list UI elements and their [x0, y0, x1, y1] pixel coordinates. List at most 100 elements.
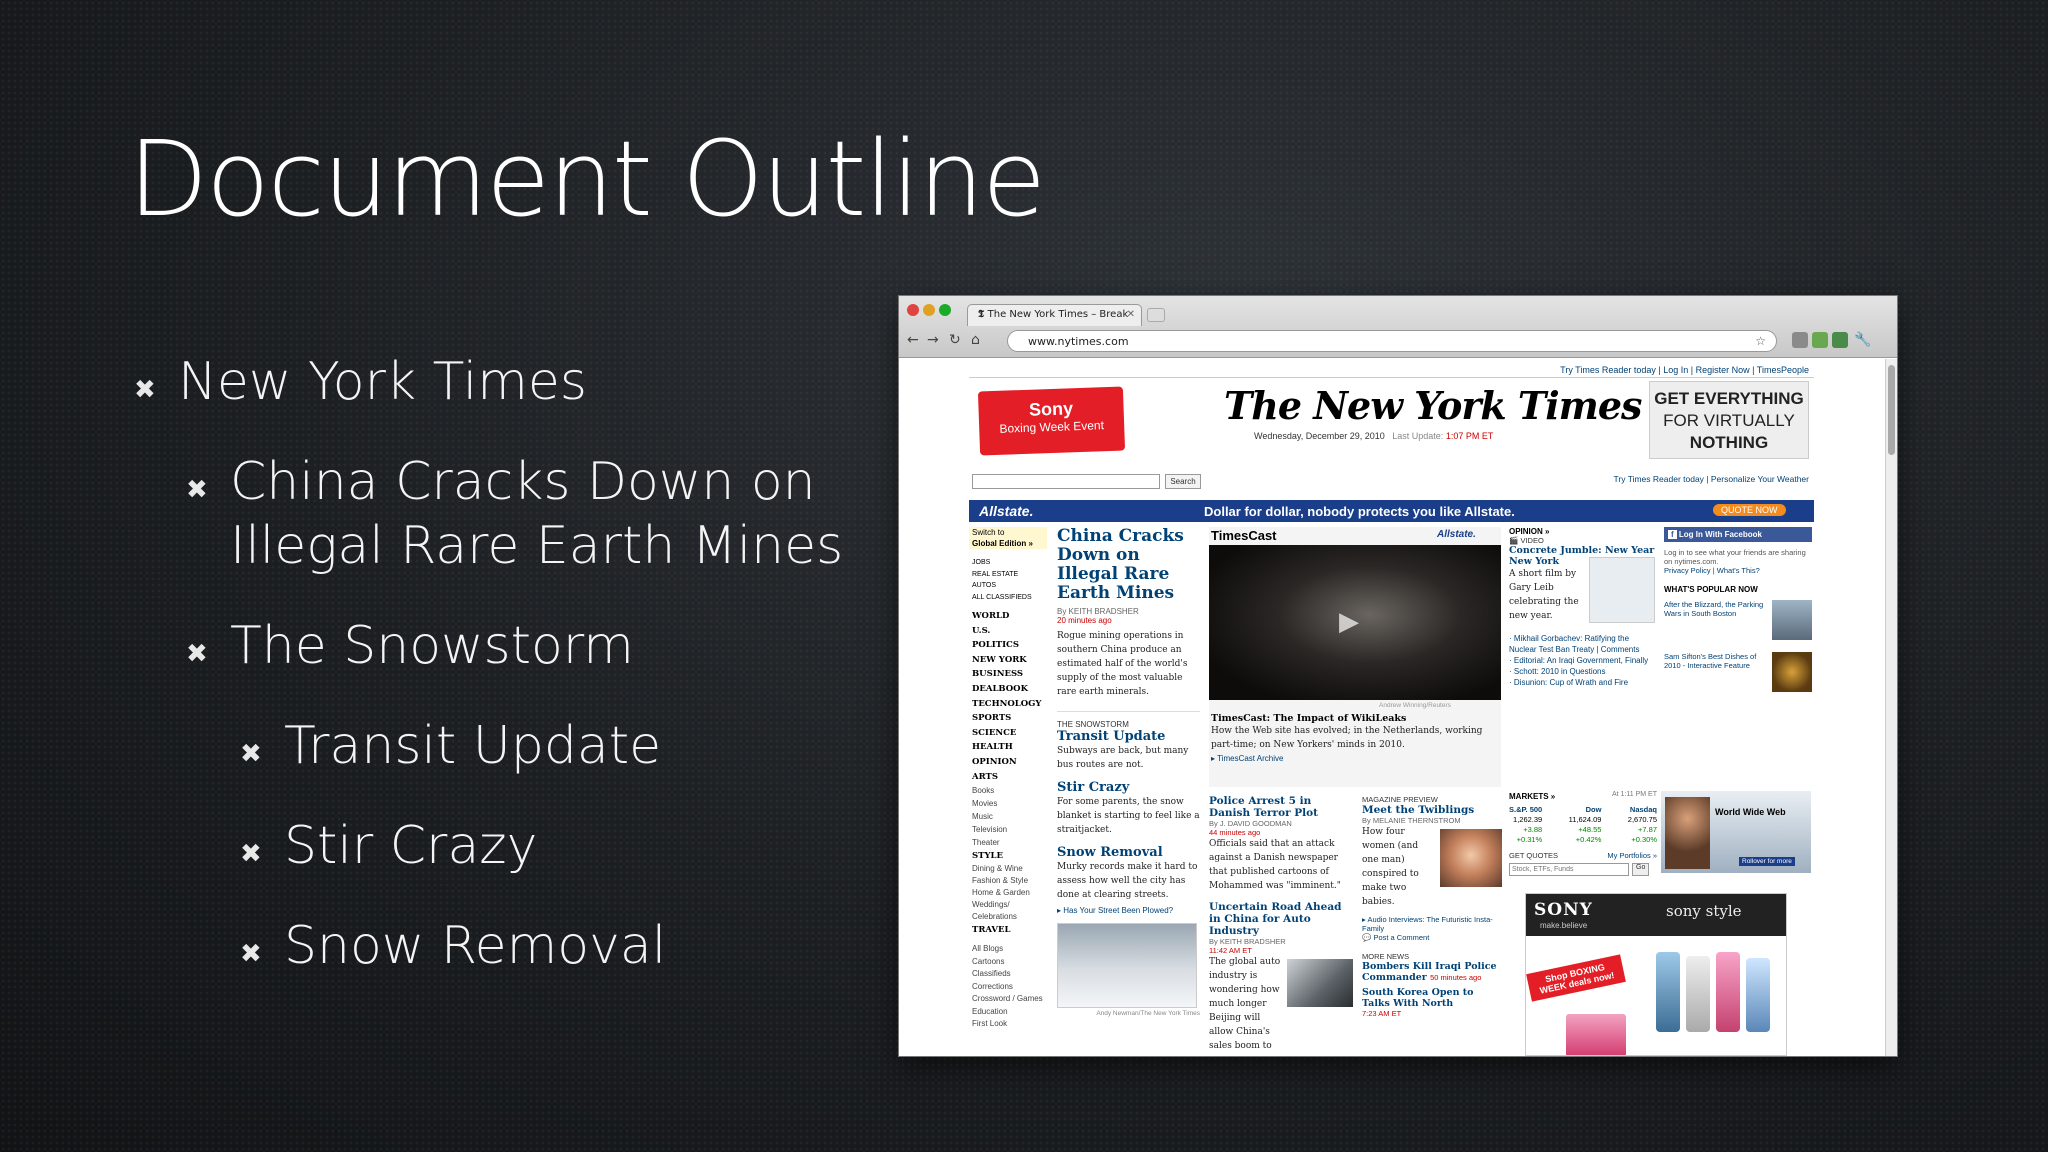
bullet-marker-icon: ✖	[240, 739, 262, 769]
back-arrow-icon[interactable]: ←	[907, 332, 919, 348]
timescast-archive-link[interactable]: ▸ TimesCast Archive	[1211, 754, 1499, 763]
lead-headline[interactable]: China Cracks Down on Illegal Rare Earth …	[1057, 527, 1200, 603]
facebook-login-button[interactable]: f Log In With Facebook	[1664, 527, 1812, 542]
close-window-button[interactable]	[907, 304, 919, 316]
parking-wars-thumbnail[interactable]	[1772, 600, 1812, 640]
opinion-illustration[interactable]	[1589, 557, 1655, 623]
index-sp500[interactable]: S.&P. 500 1,262.39 +3.88 +0.31%	[1509, 805, 1542, 845]
bullet-marker-icon: ✖	[240, 939, 262, 969]
transit-update-headline[interactable]: Transit Update	[1057, 729, 1200, 744]
video-label: 🎬 VIDEO	[1509, 536, 1544, 545]
popular-item[interactable]: After the Blizzard, the Parking Wars in …	[1664, 600, 1812, 648]
zoom-window-button[interactable]	[939, 304, 951, 316]
evernote-icon[interactable]	[1812, 332, 1828, 348]
page-menu-icon[interactable]	[1832, 332, 1848, 348]
style-link[interactable]: STYLE	[969, 849, 1047, 863]
quotes-input[interactable]	[1509, 863, 1629, 876]
top-links: Try Times Reader today | Log In | Regist…	[1560, 365, 1809, 375]
rollover-button[interactable]: Rollover for more	[1739, 857, 1795, 866]
auto-industry-photo[interactable]	[1287, 959, 1353, 1007]
popular-title: WHAT'S POPULAR NOW	[1664, 585, 1758, 594]
snowstorm-package: THE SNOWSTORM Transit Update Subways are…	[1057, 711, 1200, 1017]
bullet-marker-icon: ✖	[186, 475, 208, 505]
nyt-masthead-logo[interactable]: The New York Times	[1224, 383, 1642, 428]
bullet-the-snowstorm: ✖ The Snowstorm	[186, 614, 634, 678]
sony-boxing-week-ad[interactable]: Sony Boxing Week Event	[977, 386, 1126, 456]
world-wide-web-ad[interactable]: World Wide Web Rollover for more	[1661, 791, 1811, 873]
plowed-link[interactable]: ▸ Has Your Street Been Plowed?	[1057, 906, 1200, 915]
opinion-item[interactable]: · Mikhail Gorbachev: Ratifying the Nucle…	[1509, 633, 1657, 655]
travel-link[interactable]: TRAVEL	[969, 923, 1047, 937]
shop-deals-button[interactable]: Shop BOXING WEEK deals now!	[1526, 954, 1626, 1002]
more-links: All Blogs Cartoons Classifieds Corrections C…	[972, 944, 1043, 1029]
opinion-item[interactable]: · Disunion: Cup of Wrath and Fire	[1509, 677, 1657, 688]
opinion-item[interactable]: · Schott: 2010 in Questions	[1509, 666, 1657, 677]
police-arrest-headline[interactable]: Police Arrest 5 in Danish Terror Plot	[1209, 795, 1354, 819]
secondary-stories-column: Police Arrest 5 in Danish Terror Plot By…	[1209, 795, 1354, 1056]
browser-tab[interactable]: 𝕿 The New York Times – Break ✕	[967, 304, 1142, 326]
quotes-go-button[interactable]: Go	[1632, 863, 1650, 876]
twiblings-photo[interactable]	[1440, 829, 1502, 887]
times-reader-link[interactable]: Try Times Reader today	[1560, 365, 1656, 375]
index-dow[interactable]: Dow 11,624.09 +48.55 +0.42%	[1569, 805, 1602, 845]
my-portfolios-link[interactable]: My Portfolios »	[1607, 851, 1657, 860]
best-dishes-thumbnail[interactable]	[1772, 652, 1812, 692]
sony-style-ad[interactable]: SONY make.believe sony style Shop BOXING…	[1525, 893, 1787, 1056]
audio-interviews-link[interactable]: ▸ Audio Interviews: The Futuristic Insta…	[1362, 915, 1504, 933]
star-icon[interactable]: ☆	[1755, 334, 1766, 348]
camera-product-image	[1746, 958, 1770, 1032]
search-button[interactable]: Search	[1165, 474, 1201, 489]
address-bar[interactable]: www.nytimes.com ☆	[1007, 330, 1777, 352]
allstate-banner-ad[interactable]: Allstate. Dollar for dollar, nobody prot…	[969, 500, 1814, 522]
camera-product-image	[1656, 952, 1680, 1032]
quote-now-button[interactable]: QUOTE NOW	[1713, 504, 1786, 516]
snow-removal-headline[interactable]: Snow Removal	[1057, 845, 1200, 860]
ad-person-image	[1665, 797, 1710, 869]
timespeople-link[interactable]: TimesPeople	[1757, 365, 1809, 375]
slide-title: Document Outline	[128, 118, 1046, 240]
timescast-video-player[interactable]: ▶	[1209, 545, 1501, 700]
log-in-link[interactable]: Log In	[1663, 365, 1688, 375]
reload-icon[interactable]: ↻	[949, 332, 961, 348]
sony-logo: SONY	[1534, 900, 1593, 920]
opinion-column: OPINION » 🎬 VIDEO Concrete Jumble: New Y…	[1509, 527, 1657, 688]
reader-weather-links[interactable]: Try Times Reader today | Personalize You…	[1509, 474, 1809, 484]
privacy-links[interactable]: Privacy Policy | What's This?	[1664, 566, 1812, 575]
allstate-logo: Allstate.	[979, 503, 1034, 519]
search-input[interactable]	[972, 474, 1160, 489]
global-edition-switch[interactable]: Switch to Global Edition »	[969, 527, 1047, 549]
register-link[interactable]: Register Now	[1696, 365, 1750, 375]
post-comment-link[interactable]: 💬 Post a Comment	[1362, 933, 1504, 942]
index-nasdaq[interactable]: Nasdaq 2,670.75 +7.87 +0.30%	[1628, 805, 1657, 845]
opinion-item[interactable]: · Editorial: An Iraqi Government, Finall…	[1509, 655, 1657, 666]
stir-crazy-headline[interactable]: Stir Crazy	[1057, 780, 1200, 795]
snowy-street-photo[interactable]	[1057, 923, 1197, 1008]
markets-module: MARKETS » At 1:11 PM ET S.&P. 500 1,262.39…	[1509, 791, 1657, 876]
browser-window: 𝕿 The New York Times – Break ✕ ← → ↻ ⌂ ww…	[899, 296, 1897, 1056]
get-everything-ad[interactable]: GET EVERYTHING FOR VIRTUALLY NOTHING	[1649, 381, 1809, 459]
arts-sublinks: Books Movies Music Television Theater	[972, 786, 1008, 848]
social-column: f Log In With Facebook Log in to see wha…	[1664, 527, 1812, 700]
twiblings-headline[interactable]: Meet the Twiblings	[1362, 804, 1504, 816]
play-icon[interactable]: ▶	[1339, 607, 1359, 637]
timescast-headline[interactable]: TimesCast: The Impact of WikiLeaks	[1211, 713, 1499, 724]
close-tab-icon[interactable]: ✕	[1127, 309, 1135, 320]
vertical-scrollbar[interactable]	[1885, 359, 1897, 1056]
scrollbar-thumb[interactable]	[1888, 365, 1895, 455]
market-indices: S.&P. 500 1,262.39 +3.88 +0.31% Dow 11,624.0…	[1509, 805, 1657, 845]
bombers-headline[interactable]: Bombers Kill Iraqi Police Commander 50 m…	[1362, 961, 1504, 983]
home-icon[interactable]: ⌂	[971, 332, 980, 348]
road-ahead-headline[interactable]: Uncertain Road Ahead in China for Auto I…	[1209, 901, 1354, 937]
allstate-sponsor-logo[interactable]: Allstate.	[1437, 529, 1476, 540]
camera-product-image	[1716, 952, 1740, 1032]
masthead-date-line: Wednesday, December 29, 2010 Last Update…	[1254, 431, 1494, 441]
extension-icon[interactable]	[1792, 332, 1808, 348]
new-tab-button[interactable]	[1147, 308, 1165, 322]
nytimes-homepage: Try Times Reader today | Log In | Regist…	[969, 359, 1814, 1056]
minimize-window-button[interactable]	[923, 304, 935, 316]
forward-arrow-icon[interactable]: →	[927, 332, 939, 348]
popular-item[interactable]: Sam Sifton's Best Dishes of 2010 - Inter…	[1664, 652, 1812, 700]
wrench-icon[interactable]: 🔧	[1854, 332, 1871, 348]
timescast-label: TimesCast	[1211, 528, 1277, 543]
south-korea-headline[interactable]: South Korea Open to Talks With North	[1362, 987, 1504, 1009]
